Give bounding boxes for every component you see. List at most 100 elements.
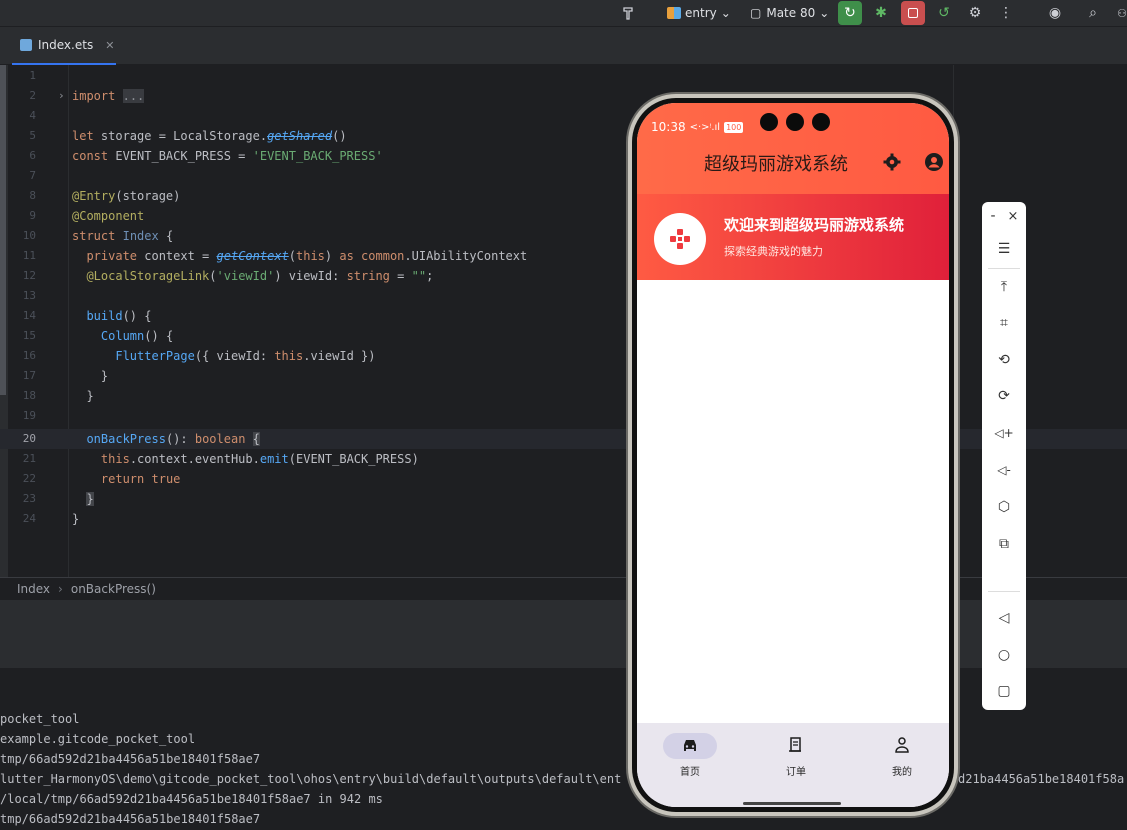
device-icon: ▢ xyxy=(750,6,762,20)
volume-down-icon[interactable]: ◁- xyxy=(992,458,1016,482)
more-options-button[interactable]: ⋮ xyxy=(994,1,1018,25)
line-number: 12 xyxy=(22,269,36,282)
line-number: 7 xyxy=(29,169,36,182)
phone-bezel: 10:38 <·>ᵎ.ıl 100 超级玛丽游戏系统 欢迎来到超级玛丽游戏系统 … xyxy=(632,98,954,812)
code-line: 2 › import ... xyxy=(0,86,1127,106)
apply-changes-button[interactable]: ↺ xyxy=(932,1,956,25)
nav-label-orders: 订单 xyxy=(786,767,806,778)
receipt-icon xyxy=(788,736,804,757)
volume-up-icon[interactable]: ◁+ xyxy=(992,421,1016,445)
target-button[interactable]: ◉ xyxy=(1043,1,1067,25)
account-button[interactable]: ⚇ xyxy=(1110,1,1127,25)
line-number: 1 xyxy=(29,69,36,82)
bottom-navigation: 首页 订单 我的 xyxy=(637,723,949,807)
console-line: lutter_HarmonyOS\demo\gitcode_pocket_too… xyxy=(0,772,622,786)
rotate-right-icon[interactable]: ⟳ xyxy=(992,384,1016,408)
nav-pill xyxy=(875,733,929,759)
menu-icon[interactable]: ☰ xyxy=(992,237,1016,261)
line-number: 4 xyxy=(29,109,36,122)
status-time: 10:38 xyxy=(651,120,686,134)
app-header: 10:38 <·>ᵎ.ıl 100 超级玛丽游戏系统 xyxy=(637,103,949,194)
main-toolbar: entry ⌄ ▢ Mate 80 ⌄ ↻ ✱ ↺ ⚙ ⋮ ◉ ⌕ ⚇ xyxy=(0,0,1127,27)
close-icon[interactable]: ✕ xyxy=(105,39,114,52)
line-number: 22 xyxy=(22,472,36,485)
line-number: 2 xyxy=(29,89,36,102)
divider xyxy=(988,268,1020,269)
minimize-button[interactable]: - xyxy=(984,204,1002,228)
console-line: tmp/66ad592d21ba4456a51be18401f58ae7 xyxy=(0,812,261,826)
tab-label: Index.ets xyxy=(38,38,94,52)
stop-button[interactable] xyxy=(901,1,925,25)
close-button[interactable]: × xyxy=(1004,204,1022,228)
pin-top-icon[interactable]: ⤒ xyxy=(992,275,1016,299)
rerun-icon: ↻ xyxy=(844,5,856,21)
line-number: 17 xyxy=(22,369,36,382)
nav-item-home[interactable]: 首页 xyxy=(650,733,730,783)
nav-label-profile: 我的 xyxy=(892,767,912,778)
console-line: pocket_tool xyxy=(0,712,80,726)
tab-index-ets[interactable]: Index.ets ✕ xyxy=(12,27,116,65)
profiler-button[interactable]: ⚙ xyxy=(963,1,987,25)
profiler-icon: ⚙ xyxy=(968,5,982,21)
line-number: 16 xyxy=(22,349,36,362)
welcome-banner: 欢迎来到超级玛丽游戏系统 探索经典游戏的魅力 xyxy=(637,194,949,280)
hammer-icon[interactable] xyxy=(617,1,641,25)
nav-item-profile[interactable]: 我的 xyxy=(862,733,942,783)
banner-subtitle: 探索经典游戏的魅力 xyxy=(724,245,823,258)
breadcrumb-separator-icon: › xyxy=(58,581,63,596)
app-title: 超级玛丽游戏系统 xyxy=(704,154,848,175)
more-vertical-icon: ⋮ xyxy=(999,5,1013,21)
search-everywhere-button[interactable]: ⌕ xyxy=(1081,1,1105,25)
line-number: 18 xyxy=(22,389,36,402)
breadcrumb-item-index[interactable]: Index xyxy=(17,582,50,596)
console-line: /local/tmp/66ad592d21ba4456a51be18401f58… xyxy=(0,792,383,806)
camera-icon xyxy=(812,113,830,131)
stop-icon xyxy=(908,8,918,18)
line-number: 19 xyxy=(22,409,36,422)
line-number: 8 xyxy=(29,189,36,202)
phone-screen[interactable]: 10:38 <·>ᵎ.ıl 100 超级玛丽游戏系统 欢迎来到超级玛丽游戏系统 … xyxy=(637,103,949,807)
ets-file-icon xyxy=(20,39,32,51)
nav-pill-active xyxy=(663,733,717,759)
camera-icon xyxy=(760,113,778,131)
fold-arrow-icon[interactable]: › xyxy=(58,86,65,106)
fold-device-icon[interactable]: ⬡ xyxy=(992,495,1016,519)
chevron-down-icon: ⌄ xyxy=(720,6,731,20)
account-circle-icon[interactable] xyxy=(924,152,944,172)
status-bar: 10:38 <·>ᵎ.ıl 100 xyxy=(651,120,744,134)
multi-device-icon[interactable]: ⧉ xyxy=(992,532,1016,556)
home-circle-icon[interactable]: ○ xyxy=(992,643,1016,667)
line-number: 6 xyxy=(29,149,36,162)
nav-label-home: 首页 xyxy=(680,767,700,778)
console-line-overflow: d21ba4456a51be18401f58a xyxy=(958,772,1125,786)
recents-square-icon[interactable]: ▢ xyxy=(992,679,1016,703)
code-line: 1 xyxy=(0,66,1127,86)
rotate-left-icon[interactable]: ⟲ xyxy=(992,348,1016,372)
settings-gear-icon[interactable] xyxy=(882,152,902,172)
console-line: tmp/66ad592d21ba4456a51be18401f58ae7 xyxy=(0,752,261,766)
home-indicator[interactable] xyxy=(743,802,841,805)
chevron-down-icon: ⌄ xyxy=(819,6,830,20)
device-selector[interactable]: ▢ Mate 80 ⌄ xyxy=(750,0,829,26)
breadcrumb-item-onbackpress[interactable]: onBackPress() xyxy=(71,582,156,596)
person-icon xyxy=(894,736,910,757)
nav-item-orders[interactable]: 订单 xyxy=(756,733,836,783)
line-number: 10 xyxy=(22,229,36,242)
module-selector[interactable]: entry ⌄ xyxy=(667,0,731,26)
back-triangle-icon[interactable]: ◁ xyxy=(992,606,1016,630)
run-button[interactable]: ↻ xyxy=(838,1,862,25)
line-number: 21 xyxy=(22,452,36,465)
line-number: 15 xyxy=(22,329,36,342)
console-line: example.gitcode_pocket_tool xyxy=(0,732,196,746)
ide-window: entry ⌄ ▢ Mate 80 ⌄ ↻ ✱ ↺ ⚙ ⋮ ◉ ⌕ ⚇ Inde… xyxy=(0,0,1127,830)
emulator-toolbar: - × ☰ ⤒ ⌗ ⟲ ⟳ ◁+ ◁- ⬡ ⧉ ◁ ○ ▢ xyxy=(982,202,1026,710)
debug-button[interactable]: ✱ xyxy=(869,1,893,25)
car-icon xyxy=(681,737,699,756)
line-number: 13 xyxy=(22,289,36,302)
screenshot-crop-icon[interactable]: ⌗ xyxy=(992,311,1016,335)
module-label: entry xyxy=(685,6,717,20)
line-number: 20 xyxy=(22,432,36,445)
target-icon: ◉ xyxy=(1048,5,1062,21)
gamepad-icon xyxy=(654,213,706,265)
device-label: Mate 80 xyxy=(766,6,816,20)
